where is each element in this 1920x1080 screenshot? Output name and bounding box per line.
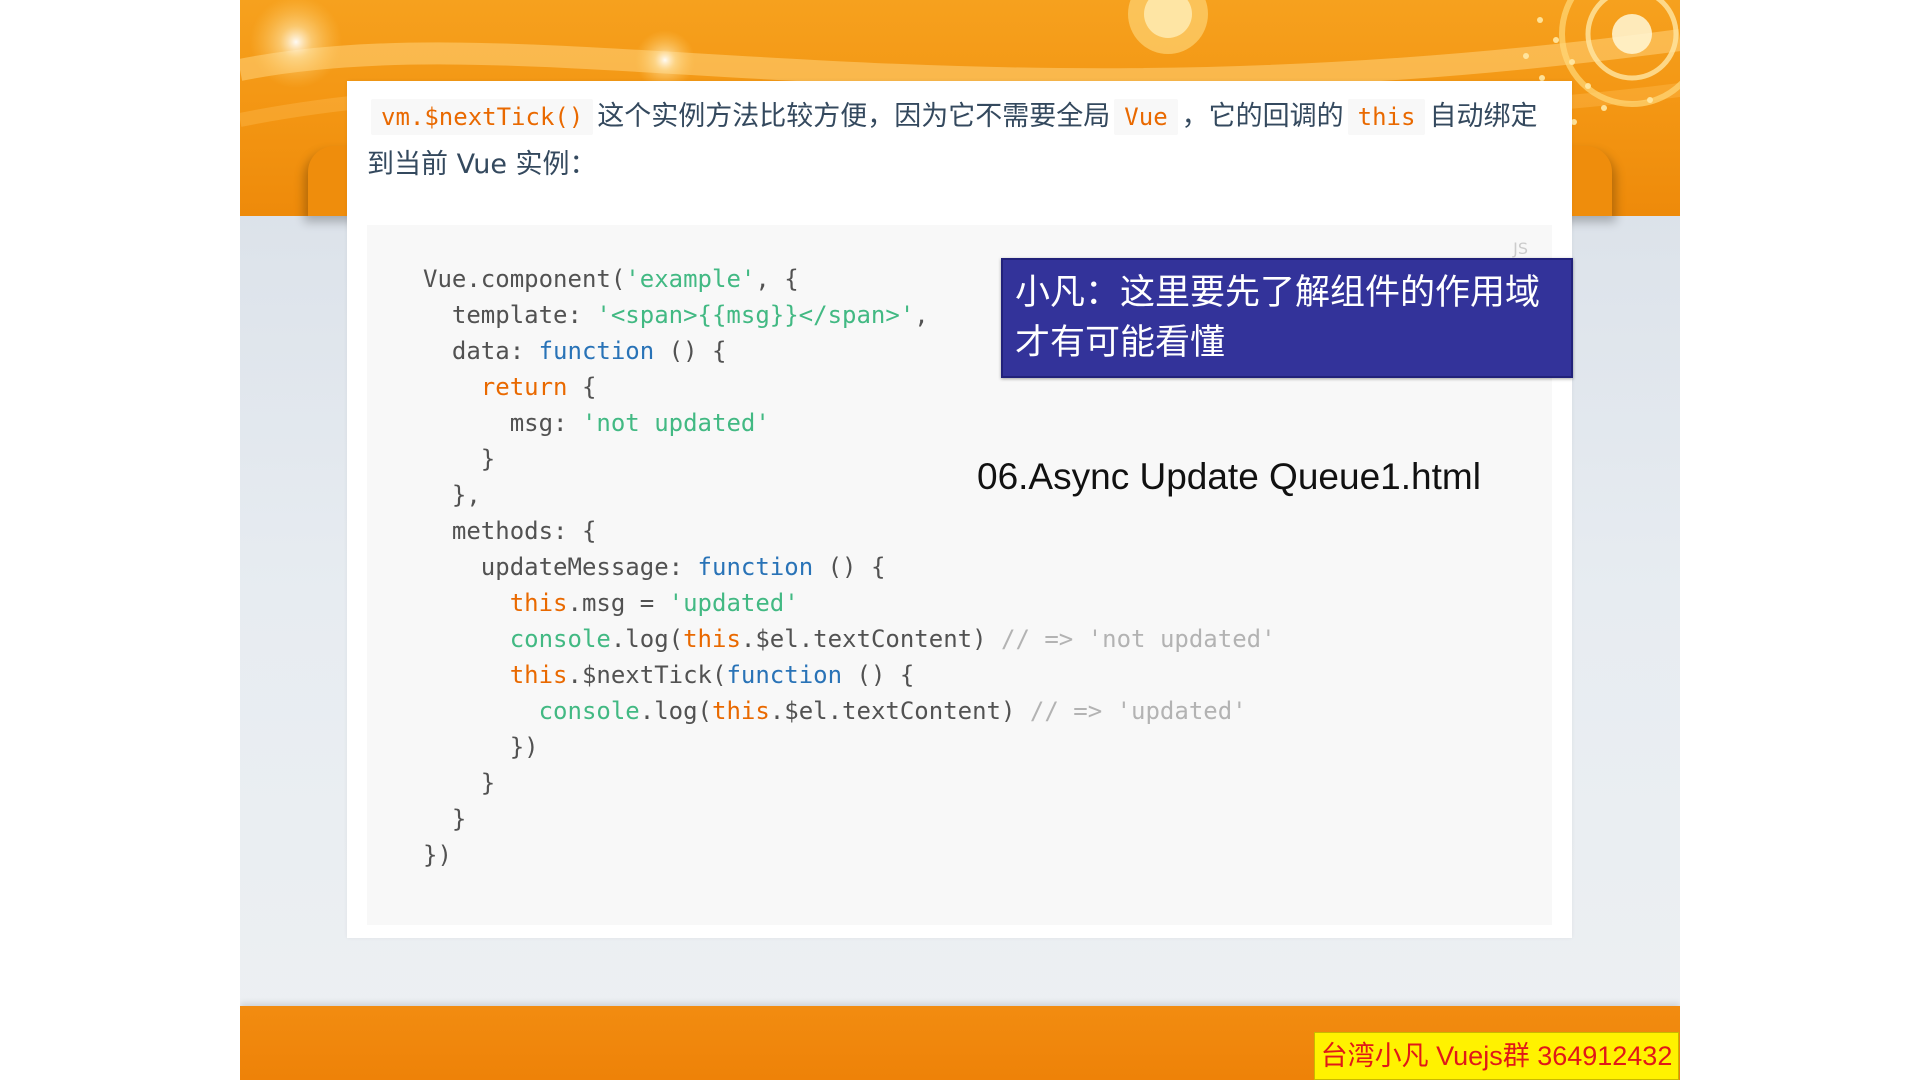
code-token: () {	[654, 337, 727, 365]
code-token: , {	[755, 265, 799, 293]
intro-text-1: 这个实例方法比较方便，因为它不需要全局	[597, 101, 1111, 132]
code-token: }	[423, 805, 467, 833]
code-token: () {	[813, 553, 886, 581]
code-token: console	[538, 697, 640, 725]
code-token: .$nextTick(	[567, 661, 727, 689]
code-token: this	[712, 697, 770, 725]
code-line: console.log(this.$el.textContent) // => …	[423, 621, 1276, 657]
code-token: template:	[423, 301, 597, 329]
code-token: .$el.textContent)	[769, 697, 1030, 725]
code-token: this	[509, 589, 568, 617]
code-token: return	[480, 373, 568, 401]
code-token: Vue.component(	[423, 265, 626, 293]
annotation-note: 小凡：这里要先了解组件的作用域 才有可能看懂	[1001, 258, 1573, 378]
code-line: msg: 'not updated'	[423, 405, 1276, 441]
code-token: updateMessage:	[423, 553, 698, 581]
code-token: 'not updated'	[581, 409, 770, 437]
code-token: }	[423, 769, 496, 797]
code-token: () {	[842, 661, 915, 689]
code-line: console.log(this.$el.textContent) // => …	[423, 693, 1276, 729]
code-language-label: JS	[1513, 239, 1528, 258]
code-token: function	[538, 337, 655, 365]
code-token: {	[567, 373, 597, 401]
group-contact-badge: 台湾小凡 Vuejs群 364912432	[1314, 1032, 1679, 1080]
code-line: this.msg = 'updated'	[423, 585, 1276, 621]
code-line: methods: {	[423, 513, 1276, 549]
code-token: function	[726, 661, 843, 689]
intro-paragraph: vm.$nextTick() 这个实例方法比较方便，因为它不需要全局 Vue ，它的回…	[367, 93, 1552, 189]
code-token: .log(	[610, 625, 684, 653]
code-line: }	[423, 765, 1276, 801]
content-panel: vm.$nextTick() 这个实例方法比较方便，因为它不需要全局 Vue ，它的回…	[347, 81, 1572, 938]
code-line: updateMessage: function () {	[423, 549, 1276, 585]
code-token: ,	[914, 301, 929, 329]
code-token: .log(	[639, 697, 712, 725]
code-token: 'example'	[625, 265, 756, 293]
code-token: this	[683, 625, 741, 653]
inline-code-this: this	[1347, 99, 1426, 135]
code-token: .$el.textContent)	[740, 625, 1001, 653]
code-token: })	[423, 733, 539, 761]
note-line-2: 才有可能看懂	[1015, 323, 1226, 363]
code-token: function	[697, 553, 814, 581]
code-token: // => 'updated'	[1029, 697, 1247, 725]
code-token: // => 'not updated'	[1001, 625, 1276, 653]
code-token: },	[423, 481, 481, 509]
file-name-label: 06.Async Update Queue1.html	[977, 456, 1481, 497]
inline-code-vue: Vue	[1114, 99, 1178, 135]
code-line: })	[423, 729, 1276, 765]
note-line-1: 小凡：这里要先了解组件的作用域	[1015, 273, 1541, 313]
code-token: 'updated'	[668, 589, 799, 617]
code-token: data:	[423, 337, 539, 365]
intro-text-2: ，它的回调的	[1181, 101, 1344, 132]
inline-code-nexttick: vm.$nextTick()	[371, 99, 594, 135]
code-line: this.$nextTick(function () {	[423, 657, 1276, 693]
code-token: '<span>{{msg}}</span>'	[596, 301, 915, 329]
code-token: msg:	[423, 409, 582, 437]
code-line: }	[423, 801, 1276, 837]
code-token: }	[423, 445, 496, 473]
code-token: console	[509, 625, 611, 653]
code-token: .msg =	[567, 589, 669, 617]
code-token: this	[509, 661, 568, 689]
code-token: })	[423, 841, 452, 869]
code-token: methods: {	[423, 517, 597, 545]
code-line: })	[423, 837, 1276, 873]
